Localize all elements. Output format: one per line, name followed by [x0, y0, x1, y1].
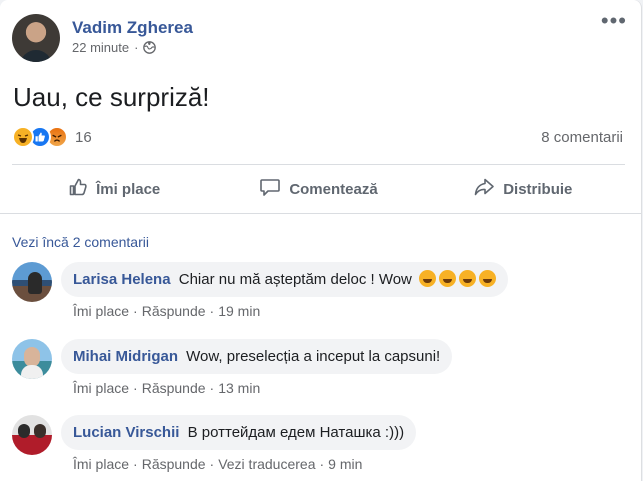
share-button[interactable]: Distribuie [421, 166, 625, 212]
post-header: Vadim Zgherea 22 minute · [12, 14, 193, 66]
comment-bubble: Mihai Midrigan Wow, preselecția a incepu… [61, 339, 453, 374]
comment-bubble: Lucian Virschii В роттейдам едем Наташка… [61, 415, 417, 450]
reactions-summary[interactable]: 16 [12, 126, 92, 148]
commenter-name[interactable]: Lucian Virschii [73, 424, 179, 441]
globe-icon [143, 41, 157, 54]
post-card: Vadim Zgherea 22 minute · ••• Uau, ce su… [0, 0, 642, 481]
like-button[interactable]: Îmi place [12, 166, 216, 212]
comment-text: В роттейдам едем Наташка :))) [187, 424, 405, 441]
comment-actions: Îmi place · Răspunde · Vezi traducerea ·… [73, 456, 416, 472]
reaction-count: 16 [75, 128, 92, 146]
post-actions: Îmi place Comentează Distribuie [12, 166, 625, 212]
section-divider [0, 213, 641, 214]
post-meta: 22 minute · [72, 40, 193, 55]
share-label: Distribuie [503, 180, 573, 198]
comment-reply-link[interactable]: Răspunde [142, 380, 206, 396]
comment-actions: Îmi place · Răspunde · 13 min [73, 380, 452, 396]
comment-text: Wow, preselecția a inceput la capsuni! [186, 348, 441, 365]
thumbs-up-icon [68, 177, 96, 201]
separator: · [133, 456, 138, 472]
laughing-emoji-icon [439, 270, 457, 287]
comment-reply-link[interactable]: Răspunde [142, 303, 206, 319]
post-text: Uau, ce surpriză! [13, 82, 210, 112]
comment-body: Mihai Midrigan Wow, preselecția a incepu… [61, 339, 453, 396]
comment-item: Lucian Virschii В роттейдам едем Наташка… [12, 415, 417, 472]
see-translation-link[interactable]: Vezi traducerea [218, 456, 315, 472]
comment-time[interactable]: 19 min [218, 303, 260, 319]
haha-icon [12, 126, 34, 148]
comment-time[interactable]: 13 min [218, 380, 260, 396]
separator: · [319, 456, 325, 472]
commenter-name[interactable]: Larisa Helena [73, 271, 171, 288]
comment-like-link[interactable]: Îmi place [73, 303, 129, 319]
comment-text: Chiar nu mă așteptăm deloc ! Wow [178, 271, 412, 288]
comment-body: Lucian Virschii В роттейдам едем Наташка… [61, 415, 417, 472]
comment-count[interactable]: 8 comentarii [541, 129, 623, 146]
comment-time[interactable]: 9 min [328, 456, 362, 472]
author-block: Vadim Zgherea 22 minute · [72, 18, 193, 55]
laughing-emoji-icon [459, 270, 477, 287]
like-label: Îmi place [96, 180, 161, 198]
separator: · [209, 380, 215, 396]
author-avatar[interactable] [12, 14, 60, 62]
comment-label: Comentează [289, 180, 378, 198]
comment-like-link[interactable]: Îmi place [73, 380, 129, 396]
comment-body: Larisa Helena Chiar nu mă așteptăm deloc… [61, 262, 509, 319]
comment-like-link[interactable]: Îmi place [73, 456, 129, 472]
divider [12, 164, 625, 165]
commenter-name[interactable]: Mihai Midrigan [73, 348, 178, 365]
meta-dot: · [134, 40, 139, 55]
comment-actions: Îmi place · Răspunde · 19 min [73, 303, 508, 319]
separator: · [209, 456, 215, 472]
laughing-emoji-icon [419, 270, 437, 287]
separator: · [209, 303, 215, 319]
separator: · [133, 380, 138, 396]
view-more-comments-link[interactable]: Vezi încă 2 comentarii [12, 234, 149, 250]
post-time[interactable]: 22 minute [72, 40, 129, 55]
comment-item: Mihai Midrigan Wow, preselecția a incepu… [12, 339, 453, 396]
commenter-avatar[interactable] [12, 415, 52, 455]
more-options-icon[interactable]: ••• [601, 10, 627, 32]
author-name[interactable]: Vadim Zgherea [72, 18, 193, 38]
separator: · [133, 303, 138, 319]
comment-item: Larisa Helena Chiar nu mă așteptăm deloc… [12, 262, 509, 319]
comment-icon [259, 177, 289, 201]
comment-button[interactable]: Comentează [216, 166, 420, 212]
comment-bubble: Larisa Helena Chiar nu mă așteptăm deloc… [61, 262, 509, 297]
comment-reply-link[interactable]: Răspunde [142, 456, 206, 472]
laughing-emoji-icon [479, 270, 497, 287]
commenter-avatar[interactable] [12, 339, 52, 379]
share-icon [473, 177, 503, 201]
commenter-avatar[interactable] [12, 262, 52, 302]
